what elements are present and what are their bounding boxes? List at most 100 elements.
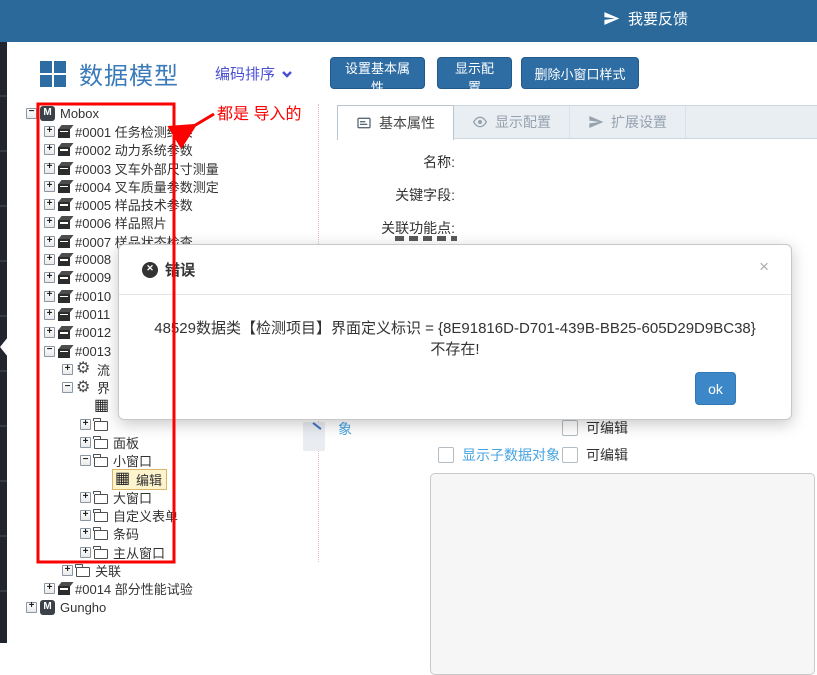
expand-icon[interactable] xyxy=(62,565,73,576)
grid-icon xyxy=(40,61,66,87)
selected-tree-item[interactable]: 编辑 xyxy=(112,469,167,490)
tree-row[interactable]: #0014 部分性能试验 xyxy=(26,580,321,598)
tree-row[interactable]: Mobox xyxy=(26,104,321,122)
cube-icon xyxy=(58,147,70,156)
cube-icon xyxy=(58,129,70,138)
collapsed-sidebar-strip[interactable] xyxy=(0,42,7,643)
expand-icon[interactable] xyxy=(44,163,55,174)
tree-item-label: 面板 xyxy=(111,433,141,452)
tree-item-label: #0012 xyxy=(73,325,113,340)
tree-row[interactable]: 主从窗口 xyxy=(26,543,321,561)
cube-icon xyxy=(58,294,70,303)
tab-basic-properties[interactable]: 基本属性 xyxy=(337,105,454,140)
expand-icon[interactable] xyxy=(44,217,55,228)
paper-plane-icon xyxy=(603,10,620,27)
tree-item-label: #0002 动力系统参数 xyxy=(73,140,195,159)
editable-checkbox-2[interactable] xyxy=(562,447,578,463)
expand-icon[interactable] xyxy=(44,583,55,594)
collapse-icon[interactable] xyxy=(44,346,55,357)
tab-strip: 基本属性 显示配置 扩展设置 xyxy=(337,105,817,139)
tree-row[interactable]: #0006 样品照片 xyxy=(26,214,321,232)
cube-icon xyxy=(58,586,70,595)
tree-item-label: 小窗口 xyxy=(111,451,154,470)
expand-icon[interactable] xyxy=(44,309,55,320)
tree-row[interactable]: 面板 xyxy=(26,433,321,451)
ok-button[interactable]: ok xyxy=(695,372,736,405)
expand-icon[interactable] xyxy=(80,547,91,558)
expand-icon[interactable] xyxy=(44,291,55,302)
tree-row[interactable]: #0002 动力系统参数 xyxy=(26,141,321,159)
tab-label: 扩展设置 xyxy=(611,112,667,132)
expand-icon[interactable] xyxy=(44,144,55,155)
related-function-point-label: 关联功能点: xyxy=(335,218,455,238)
display-config-button[interactable]: 显示配置 xyxy=(437,57,512,89)
delete-small-window-style-button[interactable]: 删除小窗口样式 xyxy=(521,57,639,89)
dialog-title: 错误 xyxy=(165,259,195,280)
error-dialog: 错误 × 48529数据类【检测项目】界面定义标识 = {8E91816D-D7… xyxy=(118,244,792,420)
tree-row[interactable]: Gungho xyxy=(26,598,321,616)
tree-row[interactable]: 自定义表单 xyxy=(26,507,321,525)
expand-icon[interactable] xyxy=(44,126,55,137)
name-field-label: 名称: xyxy=(335,152,455,172)
tree-row[interactable]: 条码 xyxy=(26,525,321,543)
tree-row[interactable]: #0005 样品技术参数 xyxy=(26,195,321,213)
expand-icon[interactable] xyxy=(26,602,37,613)
tree-item-label: #0011 xyxy=(73,307,112,322)
tree-item-label: #0013 xyxy=(73,344,113,359)
expand-icon[interactable] xyxy=(44,181,55,192)
close-icon[interactable]: × xyxy=(759,257,769,277)
sort-order-dropdown[interactable]: 编码排序 xyxy=(215,63,293,84)
tree-row[interactable]: 关联 xyxy=(26,561,321,579)
sort-order-label: 编码排序 xyxy=(215,63,275,84)
tree-item-label: 界 xyxy=(95,378,112,397)
tree-item-label: 条码 xyxy=(111,524,141,543)
expand-icon[interactable] xyxy=(80,528,91,539)
expand-icon[interactable] xyxy=(44,199,55,210)
table-icon xyxy=(94,398,110,414)
chevron-left-icon[interactable] xyxy=(0,337,8,357)
tree-item-label: #0004 叉车质量参数测定 xyxy=(73,177,221,196)
expand-icon[interactable] xyxy=(44,327,55,338)
expand-icon[interactable] xyxy=(44,272,55,283)
cube-icon xyxy=(58,349,70,358)
expand-icon[interactable] xyxy=(80,437,91,448)
tree-row[interactable]: #0004 叉车质量参数测定 xyxy=(26,177,321,195)
expand-icon[interactable] xyxy=(80,492,91,503)
chevron-down-icon xyxy=(281,68,293,80)
editable-checkbox-1[interactable] xyxy=(562,420,578,436)
tree-item-label: #0005 样品技术参数 xyxy=(73,195,195,214)
tree-item-label: 关联 xyxy=(93,561,123,580)
empty-content-box xyxy=(430,473,815,675)
tree-row[interactable]: 大窗口 xyxy=(26,488,321,506)
tree-row[interactable]: #0003 叉车外部尺寸测量 xyxy=(26,159,321,177)
tree-item-label: #0014 部分性能试验 xyxy=(73,579,195,598)
key-field-label: 关键字段: xyxy=(335,185,455,205)
tree-row[interactable]: 编辑 xyxy=(26,470,321,488)
clipped-label-fragment xyxy=(395,236,457,241)
tree-item-label: Mobox xyxy=(58,106,101,121)
tree-item-label: 大窗口 xyxy=(111,488,154,507)
cube-icon xyxy=(58,202,70,211)
editable-label-2: 可编辑 xyxy=(586,445,628,465)
cube-icon xyxy=(58,257,70,266)
expand-icon[interactable] xyxy=(80,419,91,430)
tab-extended-settings[interactable]: 扩展设置 xyxy=(570,106,686,138)
show-child-data-object-checkbox[interactable] xyxy=(438,447,454,463)
expand-icon[interactable] xyxy=(44,254,55,265)
expand-icon[interactable] xyxy=(80,510,91,521)
tree-row[interactable]: #0001 任务检测结果 xyxy=(26,122,321,140)
tree-row[interactable]: 小窗口 xyxy=(26,452,321,470)
cube-icon xyxy=(58,330,70,339)
dialog-header: 错误 xyxy=(119,245,791,295)
expand-icon[interactable] xyxy=(44,236,55,247)
tree-item-label: 自定义表单 xyxy=(111,506,180,525)
collapse-icon[interactable] xyxy=(26,108,37,119)
collapse-icon[interactable] xyxy=(80,455,91,466)
expand-icon[interactable] xyxy=(62,364,73,375)
tab-display-config[interactable]: 显示配置 xyxy=(454,106,570,138)
feedback-label: 我要反馈 xyxy=(628,8,688,29)
feedback-button[interactable]: 我要反馈 xyxy=(603,8,688,29)
folder-icon xyxy=(94,549,108,559)
collapse-icon[interactable] xyxy=(62,382,73,393)
set-basic-properties-button[interactable]: 设置基本属性 xyxy=(330,57,425,89)
